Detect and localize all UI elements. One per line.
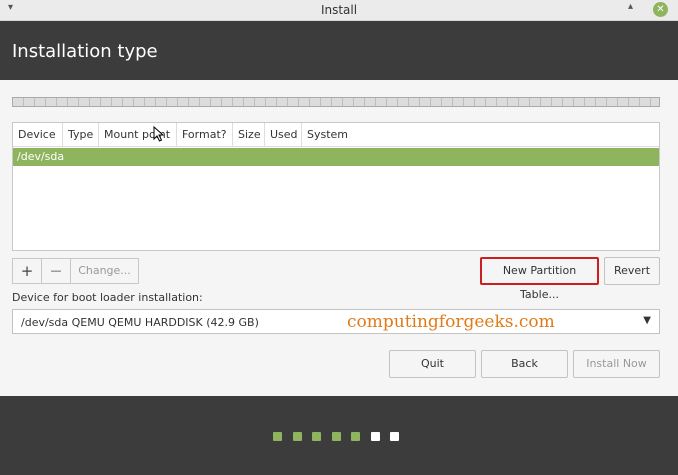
progress-dot [351,432,360,441]
footer [0,396,678,475]
table-row[interactable]: /dev/sda [13,148,659,166]
bootloader-label: Device for boot loader installation: [12,291,203,304]
table-header: Device Type Mount point Format? Size Use… [13,123,659,147]
close-icon[interactable]: ✕ [653,2,668,17]
watermark: computingforgeeks.com [347,312,555,332]
bootloader-selected-value: /dev/sda QEMU QEMU HARDDISK (42.9 GB) [21,316,259,329]
column-mount-point[interactable]: Mount point [99,123,177,146]
partition-table[interactable]: Device Type Mount point Format? Size Use… [12,122,660,251]
progress-dot [390,432,399,441]
column-device[interactable]: Device [13,123,63,146]
column-used[interactable]: Used [265,123,302,146]
column-type[interactable]: Type [63,123,99,146]
column-size[interactable]: Size [233,123,265,146]
main-content: Device Type Mount point Format? Size Use… [0,80,678,396]
progress-dot [273,432,282,441]
page-header: Installation type [0,21,678,80]
mouse-cursor-icon [153,126,165,142]
progress-dot [292,432,302,441]
column-format[interactable]: Format? [177,123,233,146]
progress-dot [331,432,341,441]
back-button[interactable]: Back [481,350,568,378]
progress-dot [370,432,380,441]
chevron-up-icon[interactable]: ▴ [628,1,633,12]
quit-button[interactable]: Quit [389,350,476,378]
revert-button[interactable]: Revert [604,257,660,285]
partition-toolbar: + — Change... [12,258,139,284]
chevron-down-icon: ▼ [643,315,651,326]
column-system[interactable]: System [302,123,382,146]
bootloader-device-select[interactable]: /dev/sda QEMU QEMU HARDDISK (42.9 GB) ▼ [12,309,660,334]
change-partition-button[interactable]: Change... [71,259,138,283]
partition-bar [12,97,660,107]
page-title: Installation type [12,41,158,62]
device-cell: /dev/sda [17,150,65,163]
progress-dot [312,432,321,441]
remove-partition-button[interactable]: — [42,259,71,283]
add-partition-button[interactable]: + [13,259,42,283]
window-title: Install [320,3,358,17]
install-now-button[interactable]: Install Now [573,350,660,378]
title-bar: ▾ Install ▴ ✕ [0,0,678,21]
new-partition-table-button[interactable]: New Partition Table... [480,257,599,301]
